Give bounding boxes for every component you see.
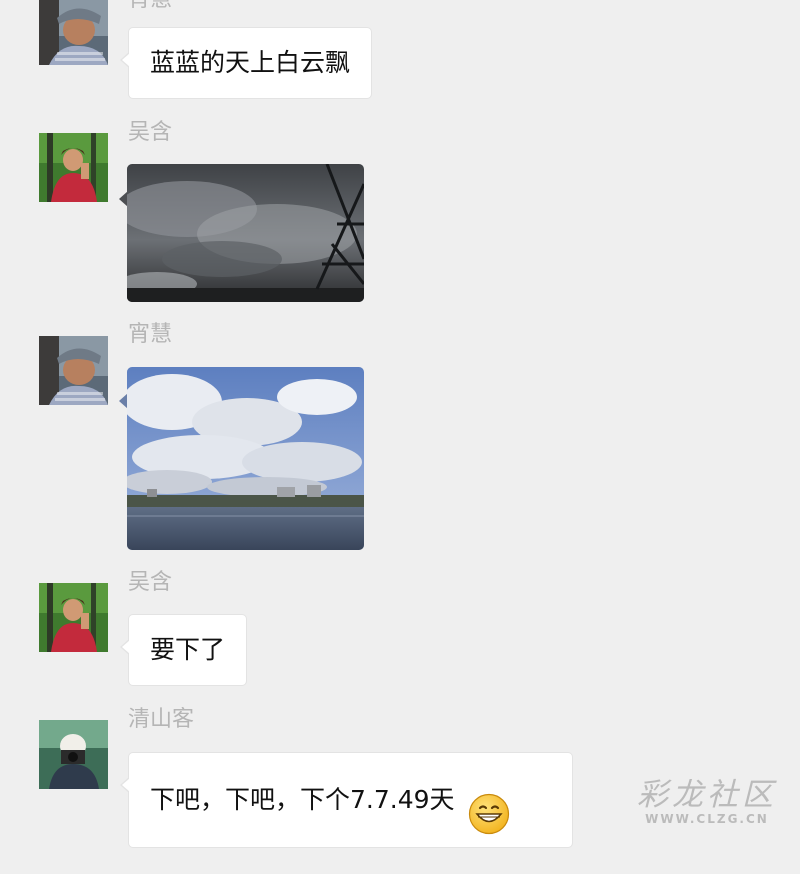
sender-name: 吴含: [128, 120, 173, 145]
message-text: 要下了: [150, 635, 226, 664]
message-bubble[interactable]: 下吧，下吧，下个7.7.49天: [120, 752, 573, 848]
message-bubble[interactable]: 要下了: [119, 614, 248, 686]
grinning-face-emoji: [468, 780, 510, 835]
message-row: 吴含 要下了: [0, 568, 800, 693]
message-row: 宵慧: [0, 320, 800, 560]
sender-name: 宵慧: [128, 322, 173, 347]
person-red-jacket-avatar[interactable]: [39, 583, 108, 652]
message-row: 吴含: [0, 118, 800, 308]
message-row: 宵慧 蓝蓝的天上白云飘: [0, 0, 800, 110]
person-cap-avatar[interactable]: [39, 0, 108, 65]
blue-sky-white-clouds-lake-photo[interactable]: [127, 367, 364, 550]
watermark-logo-text: 彩龙社区: [637, 777, 777, 813]
watermark-url: WWW.CLZG.CN: [645, 812, 769, 826]
watermark: 彩龙社区 WWW.CLZG.CN: [632, 778, 782, 828]
sender-name: 宵慧: [128, 0, 172, 12]
message-text: 蓝蓝的天上白云飘: [150, 48, 351, 77]
person-cap-avatar[interactable]: [39, 336, 108, 405]
sender-name: 清山客: [128, 707, 195, 732]
sender-name: 吴含: [128, 570, 173, 595]
person-red-jacket-avatar[interactable]: [39, 133, 108, 202]
dark-storm-clouds-photo[interactable]: [127, 164, 364, 302]
message-bubble[interactable]: 蓝蓝的天上白云飘: [119, 27, 373, 99]
person-camera-avatar[interactable]: [39, 720, 108, 789]
message-text: 下吧，下吧，下个7.7.49天: [150, 785, 455, 814]
